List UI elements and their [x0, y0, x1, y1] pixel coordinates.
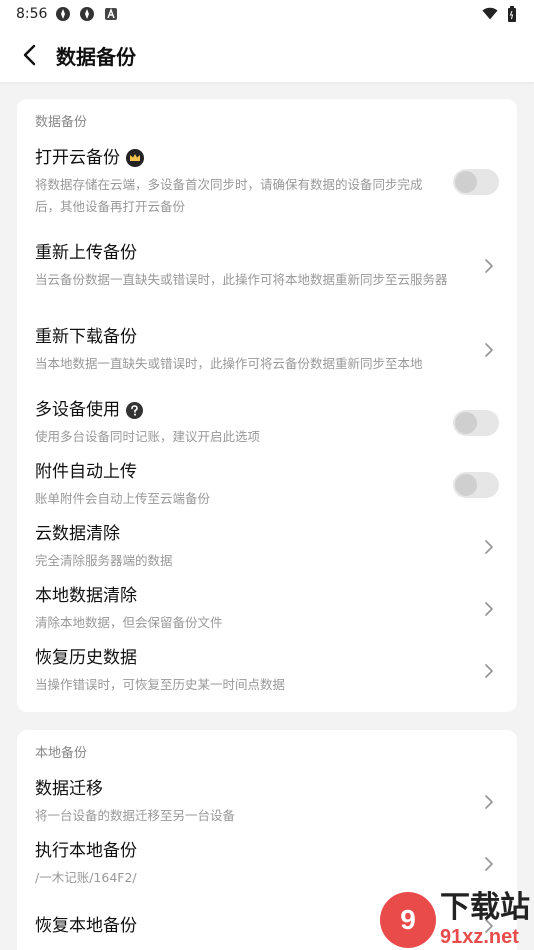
app-icon — [55, 6, 71, 22]
battery-icon — [504, 6, 520, 22]
app-icon — [79, 6, 95, 22]
row-title: 执行本地备份 — [35, 841, 137, 861]
section-title: 本地备份 — [35, 746, 88, 761]
chevron-right-icon — [479, 854, 499, 874]
restore-history-row[interactable]: 恢复历史数据 当操作错误时，可恢复至历史某一时间点数据 — [35, 640, 499, 702]
redownload-backup-row[interactable]: 重新下载备份 当本地数据一直缺失或错误时，此操作可将云备份数据重新同步至本地 — [35, 308, 499, 392]
row-title: 重新上传备份 — [35, 243, 137, 263]
back-arrow-icon[interactable] — [14, 40, 44, 70]
chevron-right-icon — [479, 537, 499, 557]
row-title: 数据迁移 — [35, 779, 103, 799]
row-description: 清除本地数据，但会保留备份文件 — [35, 615, 223, 630]
row-description: 完全清除服务器端的数据 — [35, 553, 173, 568]
attachment-upload-row[interactable]: 附件自动上传 账单附件会自动上传至云端备份 — [35, 454, 499, 516]
data-migration-row[interactable]: 数据迁移 将一台设备的数据迁移至另一台设备 — [35, 771, 499, 833]
section-title: 数据备份 — [35, 115, 88, 130]
status-bar: 8:56 — [0, 0, 534, 28]
row-title: 打开云备份 — [35, 148, 120, 168]
cloud-data-clear-row[interactable]: 云数据清除 完全清除服务器端的数据 — [35, 516, 499, 578]
row-title: 云数据清除 — [35, 524, 120, 544]
row-description: /一木记账/164F2/ — [35, 870, 137, 885]
row-description: 将一台设备的数据迁移至另一台设备 — [35, 808, 236, 823]
run-local-backup-row[interactable]: 执行本地备份 /一木记账/164F2/ — [35, 833, 499, 895]
open-cloud-backup-row[interactable]: 打开云备份 将数据存储在云端，多设备首次同步时，请确保有数据的设备同步完成后，其… — [35, 140, 499, 224]
multi-device-toggle[interactable] — [453, 410, 499, 436]
wifi-icon — [482, 6, 498, 22]
row-title: 附件自动上传 — [35, 462, 137, 482]
row-description: 使用多台设备同时记账，建议开启此选项 — [35, 429, 261, 444]
a-icon — [103, 6, 119, 22]
crown-icon — [126, 149, 144, 167]
app-header: 数据备份 — [0, 28, 534, 82]
chevron-right-icon — [479, 916, 499, 936]
row-title: 重新下载备份 — [35, 327, 137, 347]
row-description: 将数据存储在云端，多设备首次同步时，请确保有数据的设备同步完成后，其他设备再打开… — [35, 177, 423, 214]
attachment-upload-toggle[interactable] — [453, 472, 499, 498]
row-title: 恢复历史数据 — [35, 648, 137, 668]
row-description: 账单附件会自动上传至云端备份 — [35, 491, 211, 506]
multi-device-row[interactable]: 多设备使用 使用多台设备同时记账，建议开启此选项 — [35, 392, 499, 454]
row-description: 当操作错误时，可恢复至历史某一时间点数据 — [35, 677, 286, 692]
page-title: 数据备份 — [56, 44, 136, 69]
chevron-right-icon — [479, 661, 499, 681]
chevron-right-icon — [479, 599, 499, 619]
main-content: 数据备份 打开云备份 将数据存储在云端，多设备首次同步时，请确保有数据的设备同步… — [0, 82, 534, 950]
help-circle-icon[interactable] — [126, 401, 143, 419]
row-title: 多设备使用 — [35, 400, 120, 420]
cloud-backup-toggle[interactable] — [453, 169, 499, 195]
chevron-right-icon — [479, 340, 499, 360]
local-backup-card: 本地备份 数据迁移 将一台设备的数据迁移至另一台设备 执行本地备份 /一木记账/… — [17, 730, 517, 950]
reupload-backup-row[interactable]: 重新上传备份 当云备份数据一直缺失或错误时，此操作可将本地数据重新同步至云服务器 — [35, 224, 499, 308]
cloud-backup-card: 数据备份 打开云备份 将数据存储在云端，多设备首次同步时，请确保有数据的设备同步… — [17, 99, 517, 712]
row-description: 当本地数据一直缺失或错误时，此操作可将云备份数据重新同步至本地 — [35, 356, 423, 371]
status-right — [482, 6, 520, 22]
row-title: 恢复本地备份 — [35, 916, 137, 936]
row-title: 本地数据清除 — [35, 586, 137, 606]
chevron-right-icon — [479, 792, 499, 812]
row-description: 当云备份数据一直缺失或错误时，此操作可将本地数据重新同步至云服务器 — [35, 272, 448, 287]
restore-local-backup-row[interactable]: 恢复本地备份 — [35, 895, 499, 950]
status-left: 8:56 — [16, 6, 119, 22]
status-time: 8:56 — [16, 6, 48, 22]
chevron-right-icon — [479, 256, 499, 276]
local-data-clear-row[interactable]: 本地数据清除 清除本地数据，但会保留备份文件 — [35, 578, 499, 640]
